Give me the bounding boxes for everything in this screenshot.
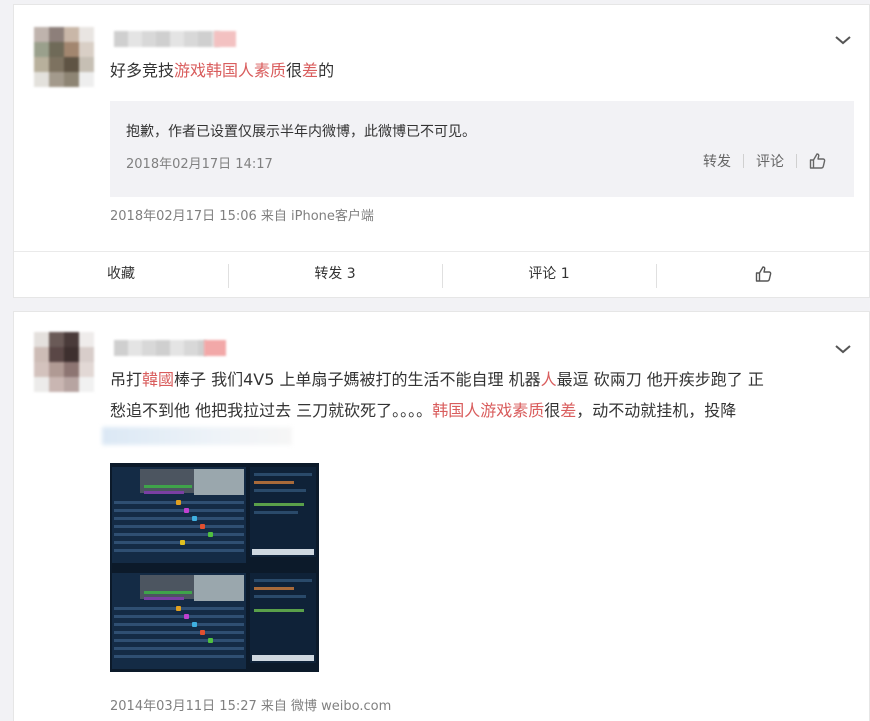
quote-repost-button[interactable]: 转发 <box>703 151 731 171</box>
post-text: 吊打韓國棒子 我们4V5 上单扇子媽被打的生活不能自理 机器人最逗 砍兩刀 他开… <box>110 364 850 426</box>
chevron-down-icon[interactable] <box>834 33 852 47</box>
feed-card-2: 吊打韓國棒子 我们4V5 上单扇子媽被打的生活不能自理 机器人最逗 砍兩刀 他开… <box>13 311 870 721</box>
keyword-highlight[interactable]: 差 <box>560 401 576 420</box>
feed-card-1: 好多竞技游戏韩国人素质很差的 抱歉，作者已设置仅展示半年内微博，此微博已不可见。… <box>13 4 870 298</box>
username-blurred[interactable] <box>114 31 220 47</box>
user-badge <box>204 340 226 356</box>
keyword-highlight[interactable]: 差 <box>302 61 318 80</box>
user-badge <box>214 31 236 47</box>
keyword-highlight[interactable]: 人 <box>541 370 557 389</box>
like-button[interactable] <box>656 252 870 297</box>
divider <box>743 154 744 168</box>
post-line-1: 吊打韓國棒子 我们4V5 上单扇子媽被打的生活不能自理 机器人最逗 砍兩刀 他开… <box>110 370 764 389</box>
quoted-post: 抱歉，作者已设置仅展示半年内微博，此微博已不可见。 2018年02月17日 14… <box>110 101 854 197</box>
keyword-highlight[interactable]: 韩国人游戏素质 <box>432 401 544 420</box>
quoted-post-time[interactable]: 2018年02月17日 14:17 <box>126 153 273 172</box>
post-line-2: 愁追不到他 他把我拉过去 三刀就砍死了。。。。韩国人游戏素质很差，动不动就挂机，… <box>110 401 737 420</box>
username-blurred[interactable] <box>114 340 206 356</box>
quoted-post-text: 抱歉，作者已设置仅展示半年内微博，此微博已不可见。 <box>126 124 476 140</box>
post-meta[interactable]: 2018年02月17日 15:06 来自 iPhone客户端 <box>110 205 374 224</box>
post-image[interactable] <box>110 463 319 672</box>
action-bar: 收藏 转发 3 评论 1 <box>14 251 869 297</box>
quoted-post-actions: 转发 评论 <box>703 151 826 171</box>
avatar[interactable] <box>34 332 94 392</box>
post-text: 好多竞技游戏韩国人素质很差的 <box>110 61 335 80</box>
avatar[interactable] <box>34 27 94 87</box>
keyword-highlight[interactable]: 韓國 <box>142 370 174 389</box>
favorite-button[interactable]: 收藏 <box>14 252 228 297</box>
thumbs-up-icon <box>755 266 771 282</box>
blurred-link[interactable] <box>102 427 292 445</box>
keyword-highlight[interactable]: 游戏韩国人素质 <box>174 61 286 80</box>
post-meta[interactable]: 2014年03月11日 15:27 来自 微博 weibo.com <box>110 695 391 714</box>
thumbs-up-icon[interactable] <box>809 153 826 169</box>
chevron-down-icon[interactable] <box>834 342 852 356</box>
comment-button[interactable]: 评论 1 <box>442 252 656 297</box>
quote-comment-button[interactable]: 评论 <box>756 151 784 171</box>
divider <box>796 154 797 168</box>
repost-button[interactable]: 转发 3 <box>228 252 442 297</box>
